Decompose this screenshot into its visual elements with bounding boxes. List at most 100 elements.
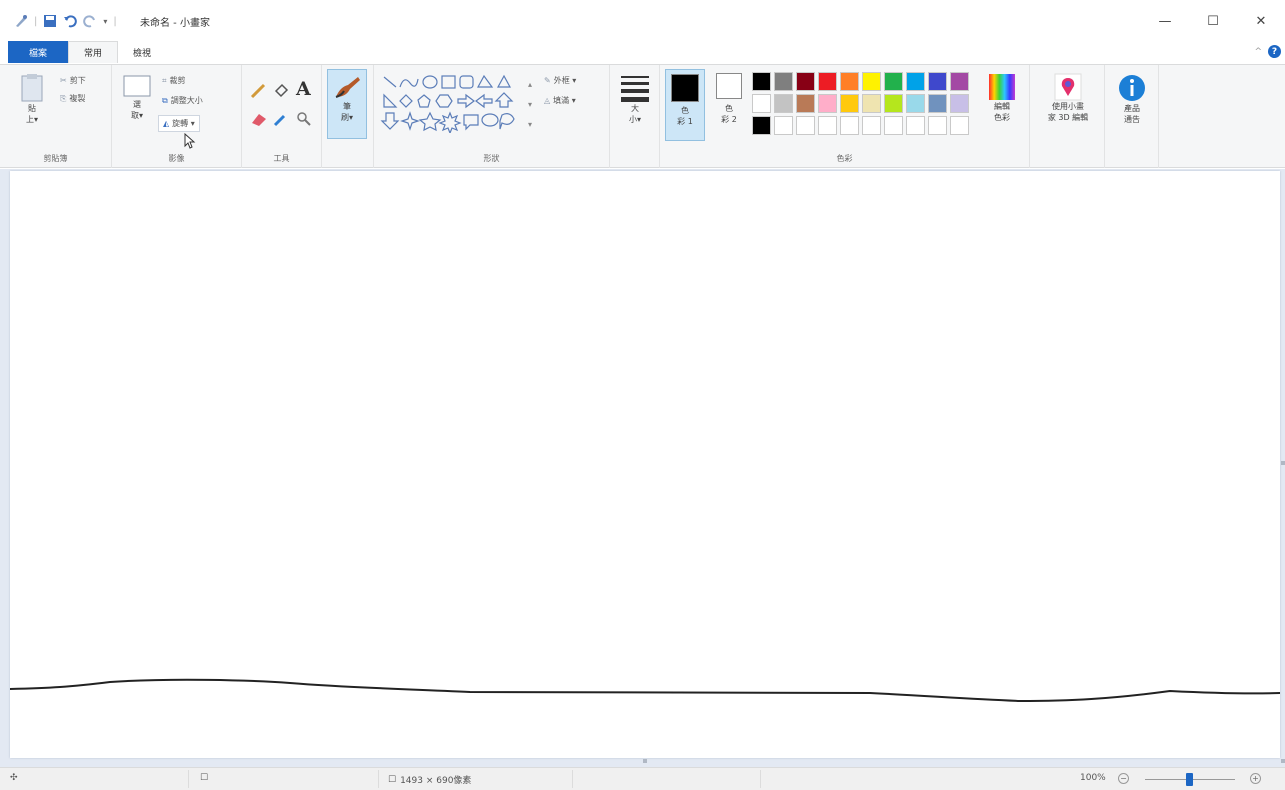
brushes-button[interactable]: 筆 刷▾ [327, 69, 367, 139]
palette-swatch[interactable] [884, 72, 903, 91]
palette-swatch[interactable] [950, 94, 969, 113]
palette-swatch[interactable] [906, 116, 925, 135]
product-alert-button[interactable]: 產品 通告 [1111, 73, 1153, 125]
status-bar: ✣ ☐ ☐ 1493 × 690像素 100% − + [0, 767, 1285, 790]
selection-icon: ☐ [200, 773, 209, 783]
text-icon[interactable]: A [296, 78, 311, 100]
canvas-resize-handle-bottom[interactable] [643, 759, 647, 763]
shape-outline-button[interactable]: ✎ 外框 ▾ [544, 75, 576, 86]
zoom-out-button[interactable]: − [1118, 773, 1129, 784]
copy-button[interactable]: ⎘ 複製 [60, 93, 85, 104]
drawn-line-stroke [10, 678, 1280, 703]
minimize-button[interactable]: — [1141, 6, 1189, 36]
color2-label: 色 彩 2 [721, 104, 737, 124]
palette-swatch[interactable] [752, 72, 771, 91]
size-button[interactable]: 大 小▾ [616, 73, 654, 125]
shapes-group-label: 形狀 [483, 154, 500, 163]
crop-button[interactable]: ⌗ 裁剪 [162, 75, 186, 86]
zoom-out-icon: − [1118, 773, 1129, 784]
color1-button[interactable]: 色 彩 1 [665, 69, 705, 141]
palette-swatch[interactable] [818, 94, 837, 113]
palette-swatch[interactable] [862, 72, 881, 91]
cut-button[interactable]: ✂ 剪下 [60, 75, 86, 86]
tab-view[interactable]: 檢視 [120, 41, 164, 63]
color2-swatch [716, 73, 742, 99]
palette-swatch[interactable] [752, 94, 771, 113]
paste-button[interactable]: 貼 上▾ [12, 73, 52, 125]
undo-icon[interactable] [63, 14, 78, 28]
colors-group-label: 色彩 [836, 154, 853, 163]
save-icon[interactable] [43, 14, 57, 28]
color-palette [752, 72, 969, 135]
palette-swatch[interactable] [906, 72, 925, 91]
line-size-icon [621, 76, 649, 102]
rotate-button[interactable]: ◭ 旋轉 ▾ [158, 115, 200, 132]
zoom-percent: 100% [1080, 773, 1106, 783]
palette-swatch[interactable] [950, 116, 969, 135]
palette-swatch[interactable] [862, 94, 881, 113]
palette-swatch[interactable] [774, 94, 793, 113]
edit-with-paint3d-button[interactable]: 使用小畫 家 3D 編輯 [1034, 73, 1102, 123]
palette-swatch[interactable] [928, 94, 947, 113]
palette-swatch[interactable] [840, 72, 859, 91]
magnifier-icon[interactable] [296, 111, 312, 130]
shape-fill-button[interactable]: ◬ 填滿 ▾ [544, 95, 576, 106]
edit-colors-button[interactable]: 編輯 色彩 [982, 73, 1022, 123]
resize-button[interactable]: ⧉ 調整大小 [162, 95, 203, 106]
edit-colors-label: 編輯 色彩 [994, 102, 1010, 122]
canvas-resize-handle-corner[interactable] [1281, 759, 1285, 763]
fill-bucket-icon[interactable] [272, 81, 290, 102]
eraser-icon[interactable] [250, 111, 268, 130]
color1-swatch [671, 74, 699, 102]
palette-swatch[interactable] [840, 116, 859, 135]
tools-group: A 工具 [242, 65, 322, 168]
paint3d-icon [1054, 73, 1082, 101]
selection-size: ☐ [200, 773, 208, 783]
color-picker-icon[interactable] [272, 111, 290, 130]
palette-swatch[interactable] [950, 72, 969, 91]
palette-swatch[interactable] [818, 72, 837, 91]
palette-swatch[interactable] [796, 116, 815, 135]
palette-swatch[interactable] [928, 72, 947, 91]
canvas-resize-handle-right[interactable] [1281, 461, 1285, 465]
window-title: 未命名 - 小畫家 [140, 18, 210, 29]
tab-home[interactable]: 常用 [68, 41, 118, 63]
shapes-gallery[interactable]: ▴ ▾ ▾ [380, 73, 540, 135]
zoom-in-button[interactable]: + [1250, 773, 1261, 784]
customize-qat-icon[interactable]: ▾ [103, 17, 107, 26]
paint3d-label: 使用小畫 家 3D 編輯 [1047, 102, 1089, 122]
palette-swatch[interactable] [818, 116, 837, 135]
palette-swatch[interactable] [774, 116, 793, 135]
select-icon [123, 75, 151, 97]
crosshair-icon: ✣ [10, 773, 18, 783]
zoom-slider-thumb[interactable] [1186, 773, 1193, 786]
crop-icon: ⌗ [162, 75, 167, 85]
tab-file[interactable]: 檔案 [8, 41, 68, 63]
paste-label: 貼 上▾ [25, 104, 38, 124]
palette-swatch[interactable] [906, 94, 925, 113]
redo-icon[interactable] [83, 14, 97, 28]
pencil-icon[interactable] [250, 81, 268, 102]
drawing-canvas[interactable] [10, 171, 1280, 758]
palette-swatch[interactable] [862, 116, 881, 135]
palette-swatch[interactable] [774, 72, 793, 91]
help-icon[interactable]: ? [1268, 45, 1281, 58]
palette-swatch[interactable] [840, 94, 859, 113]
svg-text:▾: ▾ [528, 100, 532, 109]
canvas-size-text: 1493 × 690像素 [400, 776, 472, 786]
palette-swatch[interactable] [796, 72, 815, 91]
palette-swatch[interactable] [884, 116, 903, 135]
product-alert-group: 產品 通告 [1105, 65, 1159, 168]
color-spectrum-icon [989, 74, 1015, 100]
palette-swatch[interactable] [796, 94, 815, 113]
color2-button[interactable]: 色 彩 2 [710, 69, 748, 141]
close-button[interactable]: ✕ [1237, 6, 1285, 36]
image-group-label: 影像 [168, 154, 185, 163]
palette-swatch[interactable] [752, 116, 771, 135]
palette-swatch[interactable] [928, 116, 947, 135]
select-button[interactable]: 選 取▾ [120, 73, 154, 121]
maximize-button[interactable]: ☐ [1189, 6, 1237, 36]
outline-label: 外框 ▾ [553, 76, 577, 85]
palette-swatch[interactable] [884, 94, 903, 113]
collapse-ribbon-icon[interactable]: ^ [1254, 47, 1262, 57]
